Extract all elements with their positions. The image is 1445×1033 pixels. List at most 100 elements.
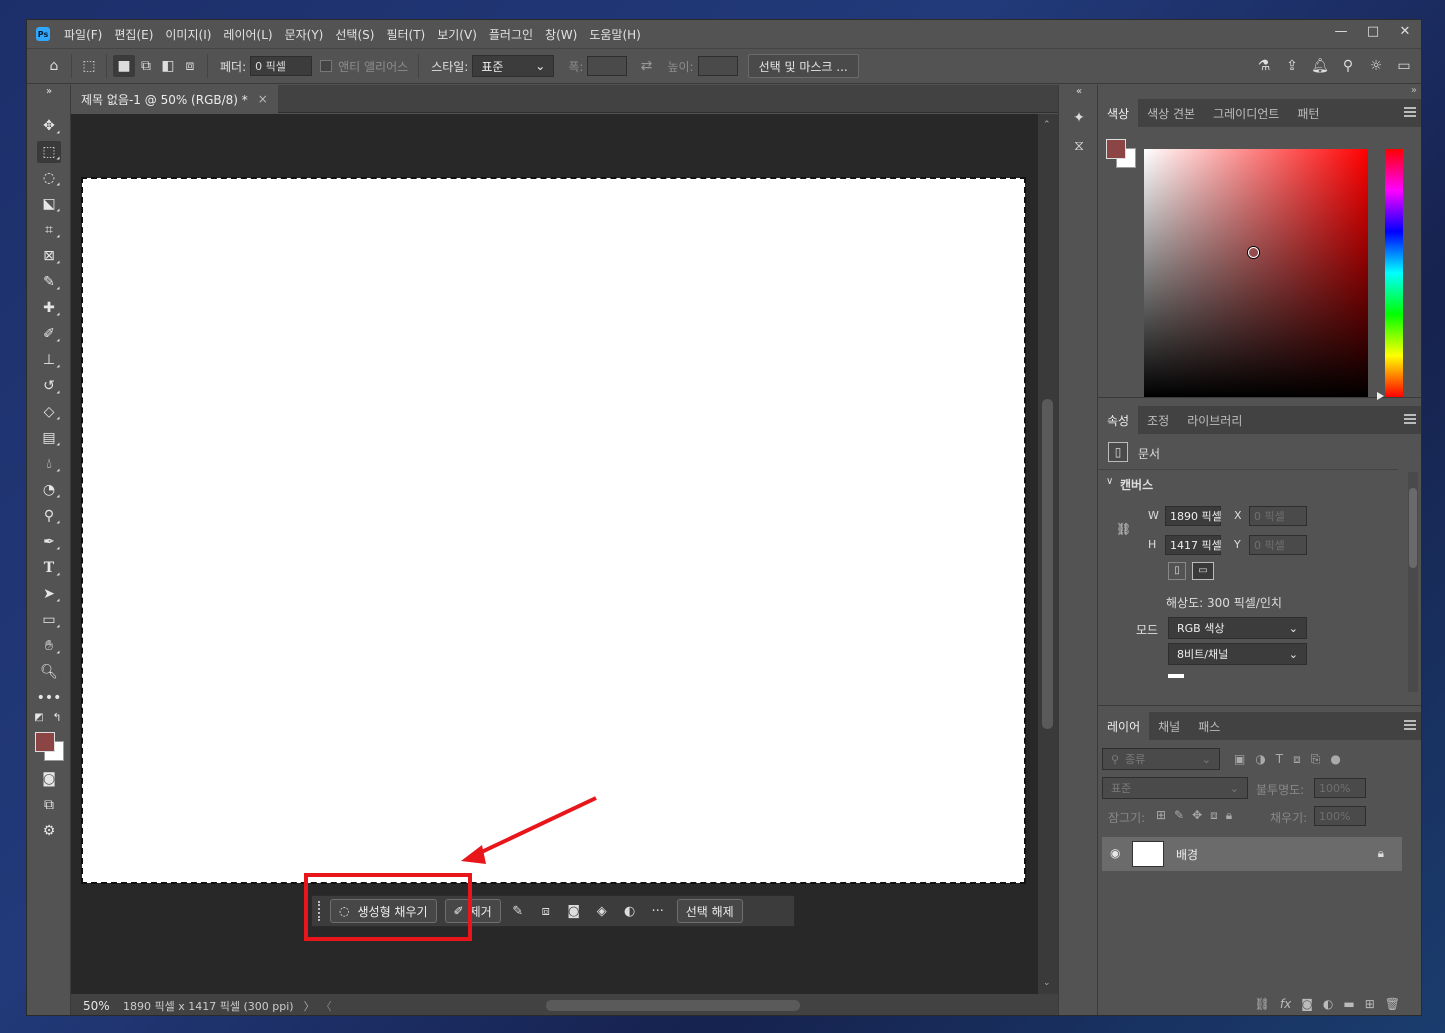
frame-tool-icon[interactable]: ⊠ [37,245,61,267]
screen-mode-icon[interactable]: ⧉ [37,794,61,816]
color-picker-cursor[interactable] [1248,247,1259,258]
bit-depth-select[interactable]: 8비트/채널 ⌄ [1168,643,1307,665]
new-selection-icon[interactable]: ■ [113,55,135,77]
delete-layer-icon[interactable]: 🗑︎ [1385,997,1400,1011]
new-group-icon[interactable]: ▬ [1343,997,1354,1011]
menu-layer[interactable]: 레이어(L) [223,26,272,43]
brush-refine-icon[interactable]: ✎ [507,900,529,922]
menu-edit[interactable]: 편집(E) [114,26,153,43]
eyedropper-tool-icon[interactable]: ✎ [37,271,61,293]
opacity-input[interactable]: 100% [1314,778,1366,798]
landscape-orientation-icon[interactable]: ▭ [1192,562,1214,580]
subtract-selection-icon[interactable]: ◧ [157,55,179,77]
document-canvas[interactable] [81,177,1026,884]
lock-icons[interactable]: ⊞✎✥⧈🔒︎ [1156,808,1240,823]
collapse-toolbar-icon[interactable]: » [37,85,61,97]
path-select-tool-icon[interactable]: ➤ [37,583,61,605]
crop-tool-icon[interactable]: ⌗ [37,219,61,241]
vertical-scroll-thumb[interactable] [1042,399,1053,729]
new-layer-icon[interactable]: ⊞ [1365,997,1375,1011]
type-tool-icon[interactable]: T [37,557,61,579]
edit-toolbar-icon[interactable]: ⚙ [37,820,61,842]
healing-brush-tool-icon[interactable]: ✚ [37,297,61,319]
history-brush-tool-icon[interactable]: ↺ [37,375,61,397]
home-icon[interactable]: ⌂ [43,55,65,77]
width-input[interactable] [587,56,628,76]
properties-scrollbar[interactable] [1408,472,1418,692]
scroll-left-icon[interactable]: 〈 [321,998,332,1014]
hue-slider-handle[interactable] [1377,392,1384,400]
more-tools-icon[interactable]: ••• [37,687,62,709]
visibility-eye-icon[interactable]: ◉ [1110,846,1120,860]
tab-adjustments[interactable]: 조정 [1138,406,1178,434]
menu-window[interactable]: 창(W) [545,26,577,43]
fill-bucket-icon[interactable]: ◈ [591,900,613,922]
transform-selection-icon[interactable]: ⧈ [535,900,557,922]
status-next-icon[interactable]: 〉 [304,998,315,1014]
deselect-button[interactable]: 선택 해제 [676,899,743,923]
panel-menu-icon[interactable] [1404,107,1416,117]
photoshop-logo-icon[interactable]: Ps [36,27,50,41]
menu-file[interactable]: 파일(F) [64,26,102,43]
pen-tool-icon[interactable]: ✒ [37,531,61,553]
collapse-panels-icon[interactable]: » [1411,85,1417,96]
gradient-tool-icon[interactable]: ▤ [37,427,61,449]
tab-libraries[interactable]: 라이브러리 [1178,406,1251,434]
tab-patterns[interactable]: 패턴 [1288,99,1328,127]
zoom-tool-icon[interactable]: 🔍︎ [37,661,61,683]
canvas-y-input[interactable]: 0 픽셀 [1249,535,1307,555]
color-mode-select[interactable]: RGB 색상 ⌄ [1168,617,1307,639]
layer-row[interactable]: ◉ 배경 🔒︎ [1102,837,1402,871]
swap-icon[interactable]: ⇄ [635,55,657,77]
menu-type[interactable]: 문자(Y) [285,26,324,43]
smudge-tool-icon[interactable]: ⚲ [37,505,61,527]
eraser-tool-icon[interactable]: ◇ [37,401,61,423]
canvas-x-input[interactable]: 0 픽셀 [1249,506,1307,526]
generate-icon[interactable]: ✦ [1068,107,1090,129]
add-selection-icon[interactable]: ⧉ [135,55,157,77]
rect-marquee-preset-icon[interactable]: ⬚ [78,55,100,77]
height-input[interactable] [697,56,738,76]
link-layers-icon[interactable]: ⛓ [1255,997,1270,1011]
blend-mode-select[interactable]: 표준 ⌄ [1102,777,1248,799]
tab-channels[interactable]: 채널 [1149,712,1189,740]
layer-filter-select[interactable]: ⚲ 종류 ⌄ [1102,748,1220,770]
vertical-scrollbar[interactable]: ⌃ ⌄ [1038,114,1058,994]
rectangle-tool-icon[interactable]: ▭ [37,609,61,631]
tab-layers[interactable]: 레이어 [1098,712,1150,740]
menu-image[interactable]: 이미지(I) [165,26,211,43]
close-tab-icon[interactable]: × [258,92,268,106]
swap-colors-icon[interactable]: ↰ [51,711,63,724]
search-icon[interactable]: ⚲ [1337,55,1359,77]
adjustment-layer-icon[interactable]: ◐ [619,900,641,922]
horizontal-scroll-thumb[interactable] [546,1000,800,1011]
lightbulb-icon[interactable]: ☼ [1365,55,1387,77]
tab-gradients[interactable]: 그레이디언트 [1204,99,1288,127]
foreground-color-swatch[interactable] [35,732,55,752]
object-select-tool-icon[interactable]: ◌ [37,167,61,189]
minimize-icon[interactable]: — [1325,20,1357,42]
hue-slider[interactable] [1385,149,1403,397]
panel-foreground-swatch[interactable] [1106,139,1126,159]
quick-select-tool-icon[interactable]: ⬕ [37,193,61,215]
layer-filter-icons[interactable]: ▣◑T⧈⎘● [1234,752,1351,767]
adjustment-icon[interactable]: ◐ [1323,997,1333,1011]
blur-tool-icon[interactable]: 💧︎ [37,453,61,475]
background-color-chip[interactable] [1168,674,1184,678]
layer-lock-icon[interactable]: 🔒︎ [1378,846,1384,861]
more-options-icon[interactable]: ··· [647,900,669,922]
color-picker-field[interactable] [1144,149,1368,397]
workspace-icon[interactable]: ▭ [1393,55,1415,77]
scroll-down-icon[interactable]: ⌄ [1043,978,1051,988]
intersect-selection-icon[interactable]: ⧈ [179,55,201,77]
chevron-down-icon[interactable]: ∨ [1106,476,1113,487]
menu-help[interactable]: 도움말(H) [589,26,641,43]
antialias-checkbox[interactable] [320,60,333,72]
style-select[interactable]: 표준 ⌄ [472,55,555,77]
panel-menu-icon[interactable] [1404,414,1416,424]
maximize-icon[interactable]: □ [1357,20,1389,42]
tab-color[interactable]: 색상 [1098,99,1139,127]
select-and-mask-button[interactable]: 선택 및 마스크 ... [747,54,859,78]
scroll-up-icon[interactable]: ⌃ [1043,120,1051,130]
tab-swatches[interactable]: 색상 견본 [1138,99,1204,127]
